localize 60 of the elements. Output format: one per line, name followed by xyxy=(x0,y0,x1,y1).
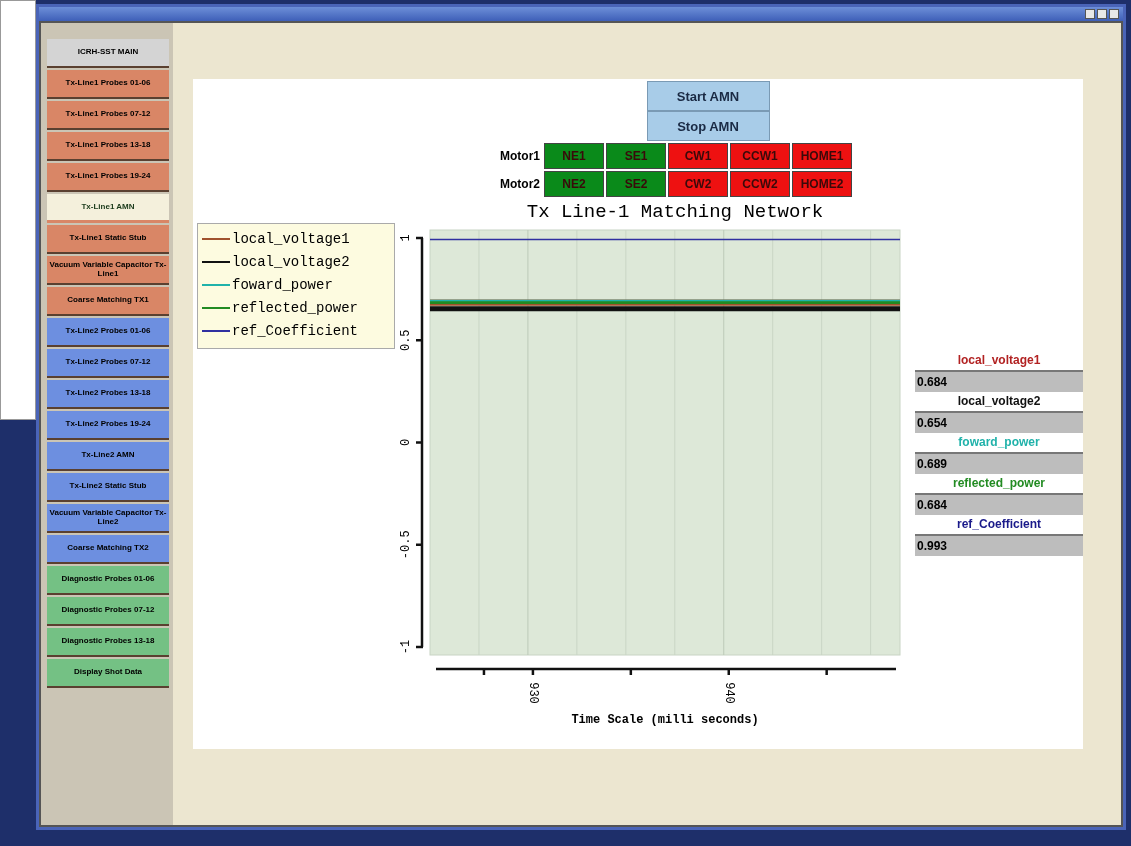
nav-button[interactable]: Diagnostic Probes 01-06 xyxy=(47,566,169,595)
nav-button[interactable]: Tx-Line2 Probes 19-24 xyxy=(47,411,169,440)
motor-button[interactable]: CW1 xyxy=(668,143,728,169)
readout-value: 0.684 xyxy=(915,493,1083,515)
nav-button[interactable]: Tx-Line2 Static Stub xyxy=(47,473,169,502)
readout-label: reflected_power xyxy=(951,475,1046,492)
nav-button[interactable]: Diagnostic Probes 13-18 xyxy=(47,628,169,657)
legend-label: local_voltage2 xyxy=(232,253,350,270)
nav-button[interactable]: Tx-Line2 Probes 13-18 xyxy=(47,380,169,409)
nav-button[interactable]: Diagnostic Probes 07-12 xyxy=(47,597,169,626)
readout-label: local_voltage2 xyxy=(956,393,1042,410)
readout-label: ref_Coefficient xyxy=(956,516,1042,533)
legend-label: foward_power xyxy=(232,276,333,293)
nav-button[interactable]: Tx-Line1 AMN xyxy=(47,194,169,223)
nav-button[interactable]: Vacuum Variable Capacitor Tx-Line2 xyxy=(47,504,169,533)
readout-label: foward_power xyxy=(957,434,1041,451)
window-controls-icon[interactable] xyxy=(1085,9,1119,19)
nav-button[interactable]: Vacuum Variable Capacitor Tx-Line1 xyxy=(47,256,169,285)
motor-button[interactable]: HOME1 xyxy=(792,143,852,169)
nav-button[interactable]: Tx-Line1 Probes 19-24 xyxy=(47,163,169,192)
motor-button[interactable]: NE1 xyxy=(544,143,604,169)
y-tick-label: -1 xyxy=(399,639,413,655)
motor-button[interactable]: HOME2 xyxy=(792,171,852,197)
motor-label: Motor1 xyxy=(499,149,540,163)
motor-label: Motor2 xyxy=(499,177,540,191)
motor-button[interactable]: NE2 xyxy=(544,171,604,197)
nav-button[interactable]: Tx-Line1 Probes 13-18 xyxy=(47,132,169,161)
nav-button[interactable]: Display Shot Data xyxy=(47,659,169,688)
nav-button[interactable]: Tx-Line2 Probes 01-06 xyxy=(47,318,169,347)
nav-button[interactable]: ICRH-SST MAIN xyxy=(47,39,169,68)
readout-value: 0.684 xyxy=(915,370,1083,392)
readout-value: 0.654 xyxy=(915,411,1083,433)
nav-button[interactable]: Tx-Line1 Probes 01-06 xyxy=(47,70,169,99)
nav-button[interactable]: Tx-Line2 Probes 07-12 xyxy=(47,349,169,378)
y-tick-label: 1 xyxy=(399,234,413,242)
nav-button[interactable]: Tx-Line1 Probes 07-12 xyxy=(47,101,169,130)
x-tick-label: 940 xyxy=(721,682,736,704)
legend-label: reflected_power xyxy=(232,299,359,316)
amn-button[interactable]: Stop AMN xyxy=(646,111,770,141)
nav-button[interactable]: Tx-Line2 AMN xyxy=(47,442,169,471)
x-tick-label: 930 xyxy=(525,682,540,704)
motor-button[interactable]: CCW1 xyxy=(730,143,790,169)
motor-button[interactable]: SE2 xyxy=(606,171,666,197)
motor-button[interactable]: SE1 xyxy=(606,143,666,169)
motor-button[interactable]: CCW2 xyxy=(730,171,790,197)
readout-value: 0.993 xyxy=(915,534,1083,556)
chart-title: Tx Line-1 Matching Network xyxy=(526,201,824,225)
amn-button[interactable]: Start AMN xyxy=(646,81,770,111)
y-tick-label: 0 xyxy=(399,438,413,447)
legend-label: local_voltage1 xyxy=(232,230,350,247)
readout-value: 0.689 xyxy=(915,452,1083,474)
y-tick-label: 0.5 xyxy=(399,329,413,352)
x-axis-title: Time Scale (milli seconds) xyxy=(571,713,759,727)
legend-label: ref_Coefficient xyxy=(232,322,359,339)
nav-button[interactable]: Tx-Line1 Static Stub xyxy=(47,225,169,254)
readout-label: local_voltage1 xyxy=(956,352,1042,369)
motor-button[interactable]: CW2 xyxy=(668,171,728,197)
y-tick-label: -0.5 xyxy=(399,530,413,560)
nav-button[interactable]: Coarse Matching TX1 xyxy=(47,287,169,316)
nav-button[interactable]: Coarse Matching TX2 xyxy=(47,535,169,564)
